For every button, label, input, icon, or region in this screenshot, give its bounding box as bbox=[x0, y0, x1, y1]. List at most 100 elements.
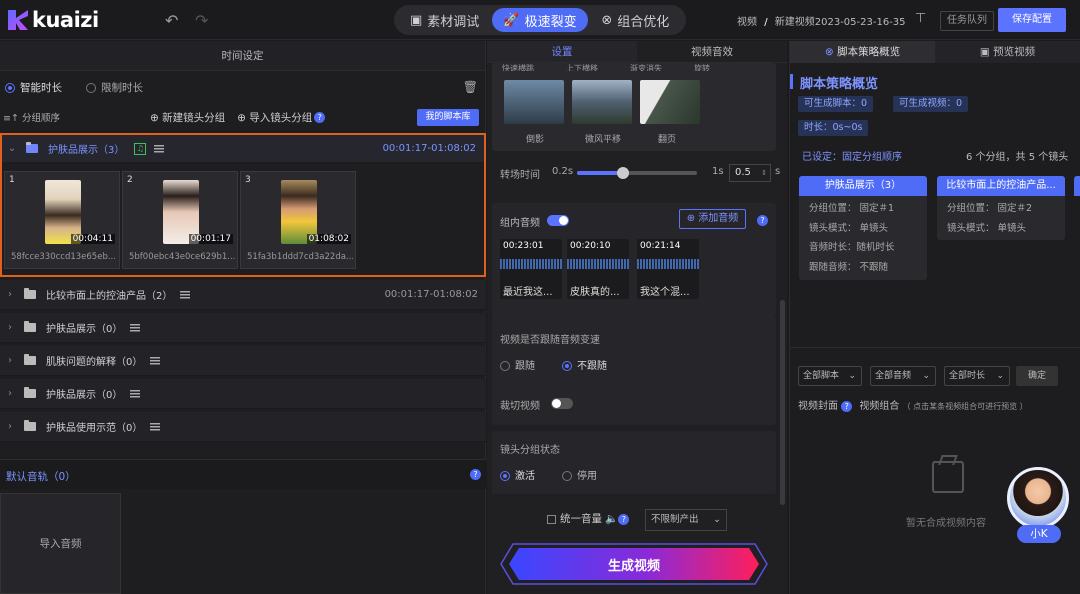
new-group-button[interactable]: ⊕ 新建镜头分组 bbox=[150, 110, 225, 125]
transition-slider[interactable] bbox=[577, 167, 697, 179]
chevron-right-icon[interactable]: › bbox=[0, 421, 20, 432]
script-filter-select[interactable]: 全部脚本 ⌄ bbox=[798, 366, 862, 386]
transition-thumb-reflection[interactable] bbox=[504, 80, 564, 124]
follow-radio[interactable]: 跟随 bbox=[500, 357, 535, 372]
tab-settings[interactable]: 设置 bbox=[487, 41, 637, 62]
my-script-library-button[interactable]: 我的脚本库 bbox=[417, 109, 479, 126]
help-icon[interactable]: ? bbox=[470, 469, 481, 480]
pin-icon[interactable]: ⊤ bbox=[915, 11, 926, 26]
assistant-avatar[interactable] bbox=[1007, 467, 1069, 529]
chevron-right-icon[interactable]: › bbox=[0, 388, 20, 399]
mode-material-debug[interactable]: ▣ 素材调试 bbox=[397, 8, 492, 32]
help-icon[interactable]: ? bbox=[618, 513, 630, 525]
audio-clip[interactable]: 00:21:14 我这个混... bbox=[637, 239, 699, 299]
transition-thumb-breeze[interactable] bbox=[572, 80, 632, 124]
video-cover-label: 视频封面 bbox=[798, 401, 838, 412]
script-lines-icon[interactable] bbox=[130, 389, 141, 398]
help-icon[interactable]: ? bbox=[757, 215, 768, 226]
filter-confirm-button[interactable]: 确定 bbox=[1016, 366, 1058, 386]
group-row[interactable]: › 肌肤问题的解释（0） bbox=[0, 346, 486, 376]
chevron-down-icon[interactable]: ⌄ bbox=[2, 143, 22, 154]
no-follow-radio[interactable]: 不跟随 bbox=[562, 357, 607, 372]
import-group-button[interactable]: ⊕ 导入镜头分组? bbox=[237, 110, 326, 125]
script-lines-icon[interactable] bbox=[150, 422, 161, 431]
tab-script-overview[interactable]: ⊗ 脚本策略概览 bbox=[790, 41, 935, 63]
task-queue-button[interactable]: 任务队列 bbox=[940, 11, 994, 31]
assistant-name-badge[interactable]: 小K bbox=[1017, 525, 1061, 543]
smart-duration-radio[interactable]: 智能时长 bbox=[5, 80, 62, 95]
expanded-group-header[interactable]: ⌄ 护肤品展示（3） ♫ 00:01:17-01:08:02 bbox=[2, 135, 484, 163]
group-row[interactable]: › 护肤品展示（0） bbox=[0, 313, 486, 343]
chevron-down-icon: ⌄ bbox=[713, 514, 721, 525]
activate-label: 激活 bbox=[515, 471, 535, 482]
limit-duration-radio[interactable]: 限制时长 bbox=[86, 80, 143, 95]
activate-radio[interactable]: 激活 bbox=[500, 467, 535, 482]
audio-filter-select[interactable]: 全部音频 ⌄ bbox=[870, 366, 936, 386]
audio-text: 我这个混... bbox=[640, 287, 690, 298]
transition-label[interactable]: 快速横跳 bbox=[502, 63, 566, 71]
help-icon[interactable]: ? bbox=[314, 112, 326, 123]
kuaizi-logo[interactable]: kuaizi bbox=[8, 8, 99, 32]
group-audio-toggle[interactable] bbox=[547, 215, 569, 226]
clip-name: 58fcce330ccd13e65eb... bbox=[11, 252, 116, 262]
transition-min: 0.2s bbox=[552, 166, 574, 177]
group-row[interactable]: › 比较市面上的控油产品（2） 00:01:17-01:08:02 bbox=[0, 280, 486, 310]
audio-clip[interactable]: 00:20:10 皮肤真的... bbox=[567, 239, 629, 299]
strategy-card[interactable]: 护肤品展示（3） 分组位置： 固定＃1 镜头模式： 单镜头 音频时长：随机时长 … bbox=[799, 176, 927, 280]
filter-value: 全部音频 bbox=[875, 371, 912, 381]
transition-label[interactable]: 上下横移 bbox=[566, 63, 630, 71]
empty-state-text: 暂无合成视频内容 bbox=[906, 518, 986, 529]
strategy-card[interactable]: 比较市面上的控油产品... 分组位置： 固定＃2 镜头模式： 单镜头 bbox=[937, 176, 1065, 240]
strategy-card-line: 跟随音频： 不跟随 bbox=[809, 261, 889, 273]
group-time: 00:01:17-01:08:02 bbox=[384, 289, 478, 300]
output-limit-value: 不限制产出 bbox=[651, 514, 699, 525]
music-icon[interactable]: ♫ bbox=[134, 142, 147, 155]
mode-fast-fission[interactable]: 🚀 极速裂变 bbox=[492, 8, 588, 32]
transition-time-input[interactable]: 0.5 ⇕ bbox=[729, 164, 771, 182]
plus-circle-icon: ⊕ bbox=[237, 111, 246, 124]
clip-card[interactable]: 2 00:01:17 5bf00ebc43e0ce629b1... bbox=[122, 171, 238, 269]
generate-video-button[interactable]: 生成视频 bbox=[499, 542, 769, 586]
group-row[interactable]: › 护肤品使用示范（0） bbox=[0, 412, 486, 442]
import-audio-button[interactable]: 导入音频 bbox=[0, 493, 121, 594]
audio-clip[interactable]: 00:23:01 最近我这... bbox=[500, 239, 562, 299]
transition-thumb-pageflip[interactable] bbox=[640, 80, 700, 124]
script-lines-icon[interactable] bbox=[154, 144, 165, 153]
mode-label: 组合优化 bbox=[617, 14, 670, 30]
redo-icon[interactable]: ↷ bbox=[195, 11, 208, 30]
follow-label: 跟随 bbox=[515, 361, 535, 372]
group-row[interactable]: › 护肤品展示（0） bbox=[0, 379, 486, 409]
clip-card[interactable]: 1 00:04:11 58fcce330ccd13e65eb... bbox=[4, 171, 120, 269]
box-lid bbox=[938, 455, 958, 465]
output-limit-select[interactable]: 不限制产出 ⌄ bbox=[645, 509, 727, 531]
chevron-right-icon[interactable]: › bbox=[0, 322, 20, 333]
transition-label[interactable]: 旋转 bbox=[694, 63, 754, 71]
mode-combo-optimize[interactable]: ⊗ 组合优化 bbox=[588, 8, 683, 32]
unify-volume-checkbox[interactable]: 统一音量 🔈? bbox=[547, 511, 630, 526]
breadcrumb-root[interactable]: 视频 bbox=[737, 17, 757, 28]
script-lines-icon[interactable] bbox=[180, 290, 191, 299]
script-lines-icon[interactable] bbox=[150, 356, 161, 365]
breadcrumb-current: 新建视频2023-05-23-16-35 bbox=[774, 17, 906, 28]
mid-scrollbar[interactable] bbox=[780, 300, 785, 505]
video-combo-hint: （ 点击某条视频组合可进行预览 ） bbox=[902, 402, 1028, 411]
group-order-button[interactable]: ≡↑ 分组顺序 bbox=[3, 110, 60, 124]
stepper-icon[interactable]: ⇕ bbox=[761, 165, 767, 181]
duration-filter-select[interactable]: 全部时长 ⌄ bbox=[944, 366, 1010, 386]
tab-preview-video[interactable]: ▣ 预览视频 bbox=[935, 41, 1080, 63]
slider-handle[interactable] bbox=[617, 167, 629, 179]
disable-radio[interactable]: 停用 bbox=[562, 467, 597, 482]
clip-card[interactable]: 3 01:08:02 51fa3b1ddd7cd3a22da... bbox=[240, 171, 356, 269]
help-icon[interactable]: ? bbox=[841, 400, 853, 412]
add-audio-button[interactable]: ⊕ 添加音频 bbox=[679, 209, 746, 229]
script-lines-icon[interactable] bbox=[130, 323, 141, 332]
group-label: 比较市面上的控油产品（2） bbox=[46, 291, 173, 302]
chevron-right-icon[interactable]: › bbox=[0, 289, 20, 300]
chevron-right-icon[interactable]: › bbox=[0, 355, 20, 366]
trash-icon[interactable]: 🗑 bbox=[463, 80, 478, 94]
crop-video-toggle[interactable] bbox=[551, 398, 573, 409]
save-config-button[interactable]: 保存配置 bbox=[998, 8, 1066, 32]
tab-video-sound[interactable]: 视频音效 bbox=[637, 41, 787, 62]
transition-label[interactable]: 渐变消失 bbox=[630, 63, 694, 71]
undo-icon[interactable]: ↶ bbox=[165, 11, 178, 30]
